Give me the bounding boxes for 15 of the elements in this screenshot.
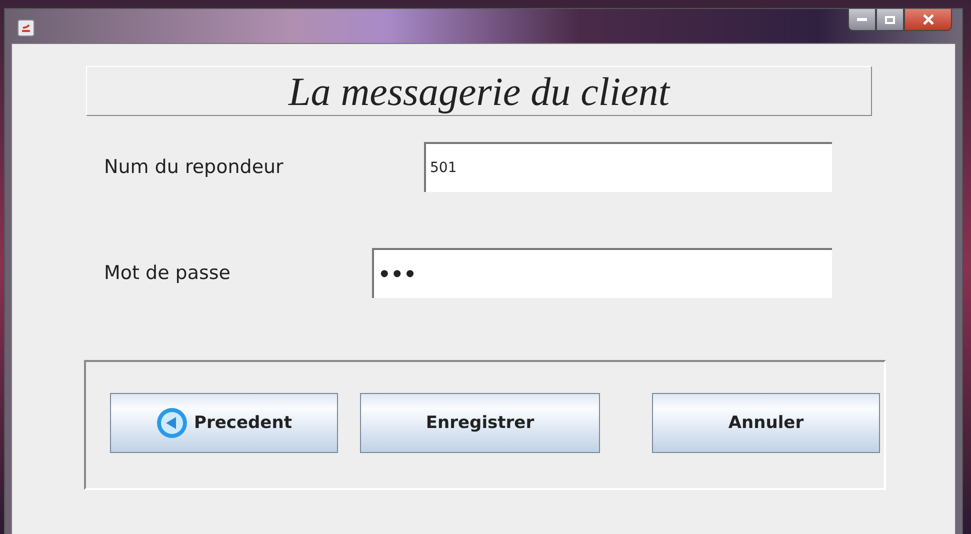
field-label: Mot de passe [104, 262, 232, 284]
app-icon [17, 19, 35, 37]
action-button[interactable]: Annuler [652, 393, 880, 453]
action-button[interactable]: Enregistrer [360, 393, 600, 453]
maximize-button[interactable] [876, 9, 904, 31]
close-button[interactable] [904, 9, 952, 31]
input-field[interactable]: 501 [424, 142, 832, 192]
field-label: Num du repondeur [104, 156, 284, 178]
maximize-icon [885, 16, 895, 24]
password-field[interactable]: ••• [372, 248, 832, 298]
action-button[interactable]: Precedent [110, 393, 338, 453]
dialog-heading: La messagerie du client [86, 66, 872, 116]
close-icon [922, 14, 934, 25]
minimize-button[interactable] [848, 9, 876, 31]
minimize-icon [857, 18, 867, 21]
